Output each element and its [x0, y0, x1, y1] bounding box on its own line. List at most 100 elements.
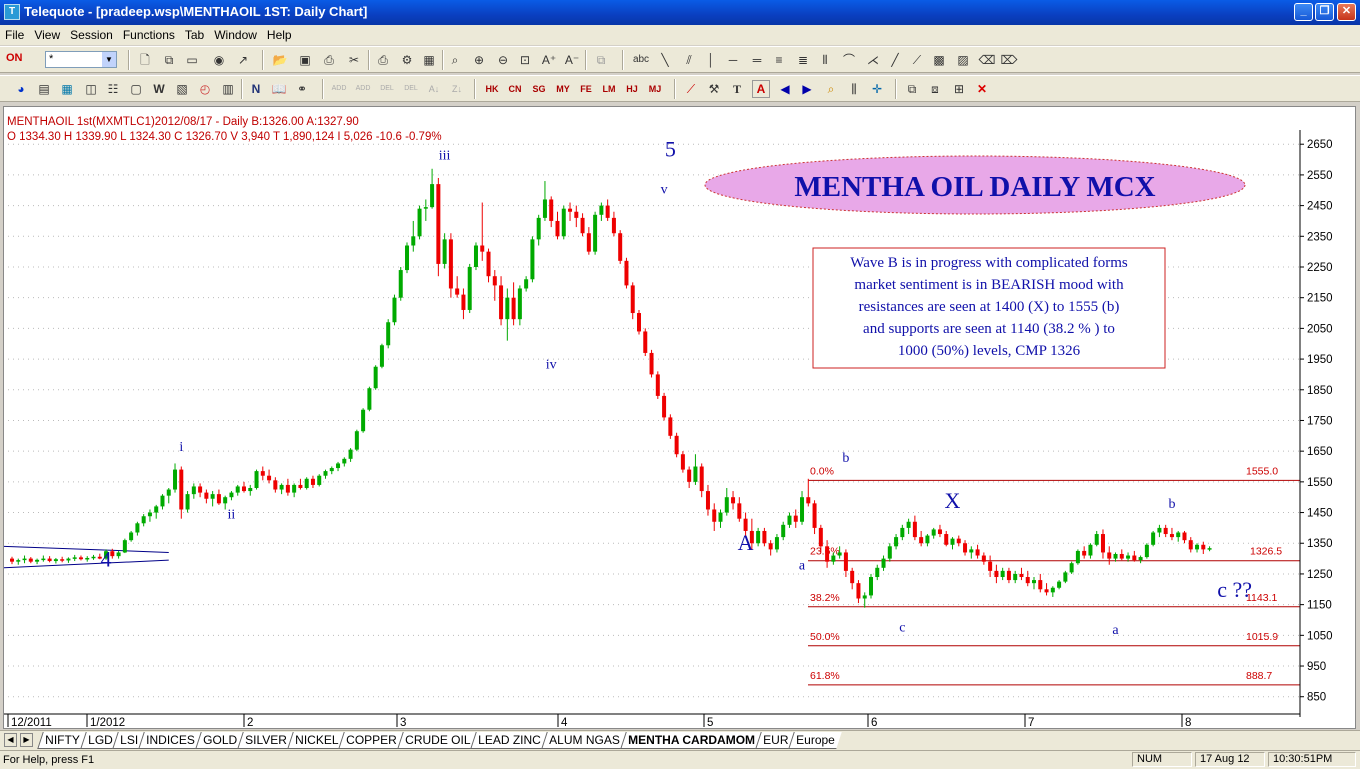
close-button[interactable]: ✕	[1337, 3, 1356, 21]
sheet-tab[interactable]: GOLD	[195, 732, 244, 749]
calculator-icon[interactable]: ▥	[219, 80, 237, 98]
open-icon[interactable]: ↗	[234, 51, 252, 69]
sheet-tab[interactable]: INDICES	[138, 732, 202, 749]
arc-icon[interactable]: ⌒	[840, 51, 858, 69]
magnify-icon[interactable]: ⌕	[822, 80, 840, 98]
copy-page-icon[interactable]: ⧉	[160, 51, 178, 69]
hatch-icon[interactable]: ▨	[954, 51, 972, 69]
exchange-hj[interactable]: HJ	[623, 80, 641, 98]
menu-session[interactable]: Session	[65, 25, 118, 45]
text-tool-icon[interactable]: abc	[632, 51, 650, 69]
sheet-tab[interactable]: LEAD ZINC	[470, 732, 548, 749]
clock-icon[interactable]: ◴	[196, 80, 214, 98]
open-folder-icon[interactable]: 📂	[271, 51, 289, 69]
scroll-left-icon[interactable]: ◀	[776, 80, 794, 98]
scroll-right-icon[interactable]: ▶	[798, 80, 816, 98]
line-chart-icon[interactable]: ⟋	[682, 80, 700, 98]
sheet-tab[interactable]: MENTHA CARDAMOM	[619, 732, 762, 749]
delete-x-icon[interactable]: ✕	[973, 80, 991, 98]
new-file-icon[interactable]: 🗋	[136, 51, 154, 69]
candle-body	[593, 214, 598, 252]
window-icon[interactable]: ⧉	[903, 80, 921, 98]
list-icon[interactable]: ☷	[104, 80, 122, 98]
page-icon[interactable]: ▢	[127, 80, 145, 98]
trendline-icon[interactable]: ╱	[886, 51, 904, 69]
cascade-icon[interactable]: ⧈	[926, 80, 944, 98]
vertical-bars-icon[interactable]: ⦀	[816, 51, 834, 69]
gann-fan-icon[interactable]: ⟋	[908, 51, 926, 69]
y-tick-label: 1350	[1307, 538, 1333, 550]
exchange-hk[interactable]: HK	[483, 80, 501, 98]
font-larger-icon[interactable]: A⁺	[540, 51, 558, 69]
binoculars-icon[interactable]: ⚭	[293, 80, 311, 98]
paste-icon[interactable]: ▭	[183, 51, 201, 69]
sheet-tab[interactable]: ALUM NGAS	[541, 732, 627, 749]
document-icon[interactable]: ▧	[173, 80, 191, 98]
restore-button[interactable]: ❐	[1315, 3, 1334, 21]
exchange-fe[interactable]: FE	[577, 80, 595, 98]
menu-file[interactable]: File	[0, 25, 29, 45]
grid-pattern-icon[interactable]: ▩	[930, 51, 948, 69]
vertical-line-icon[interactable]: │	[702, 51, 720, 69]
search-icon[interactable]: ⌕	[446, 51, 464, 69]
book-icon[interactable]: 📖	[270, 80, 288, 98]
globe-icon[interactable]: ◉	[210, 51, 228, 69]
exchange-lm[interactable]: LM	[600, 80, 618, 98]
sheet-tab[interactable]: COPPER	[338, 732, 404, 749]
annotation-a-icon[interactable]: A	[752, 80, 770, 98]
symbol-select[interactable]: * ▼	[45, 51, 117, 68]
double-line-icon[interactable]: ═	[748, 51, 766, 69]
font-smaller-icon[interactable]: A⁻	[563, 51, 581, 69]
chart-settings-icon[interactable]: ⚒	[705, 80, 723, 98]
settings-icon[interactable]: ⚙	[398, 51, 416, 69]
print-icon[interactable]: ⎙	[374, 51, 392, 69]
grid-icon[interactable]: ▦	[420, 51, 438, 69]
globe-blue-icon[interactable]: ◕	[12, 80, 30, 98]
exchange-cn[interactable]: CN	[506, 80, 524, 98]
exchange-my[interactable]: MY	[554, 80, 572, 98]
chart-icon[interactable]: ◫	[82, 80, 100, 98]
menu-view[interactable]: View	[29, 25, 65, 45]
print-preview-icon[interactable]: ⎙	[320, 51, 338, 69]
zoom-fit-icon[interactable]: ⊡	[516, 51, 534, 69]
table-icon[interactable]: ▦	[58, 80, 76, 98]
crosshair-icon[interactable]: ✛	[868, 80, 886, 98]
fib-retracement-icon[interactable]: ≣	[794, 51, 812, 69]
menu-tab[interactable]: Tab	[180, 25, 209, 45]
sheet-tab[interactable]: NIFTY	[37, 732, 87, 749]
zoom-in-icon[interactable]: ⊕	[470, 51, 488, 69]
online-toggle-button[interactable]: ON	[6, 52, 23, 64]
save-icon[interactable]: ▣	[296, 51, 314, 69]
chart-type-icon[interactable]: ⫼	[845, 80, 863, 98]
sheet-tab[interactable]: NICKEL	[287, 732, 345, 749]
menu-window[interactable]: Window	[209, 25, 262, 45]
candle	[53, 557, 58, 564]
tab-scroll-left-icon[interactable]: ◀	[4, 733, 17, 747]
exchange-mj[interactable]: MJ	[646, 80, 664, 98]
cut-icon[interactable]: ✂	[345, 51, 363, 69]
candlestick-chart[interactable]: 0.0% 1555.023.6%38.2% 1143.150.0% 1015.961.…	[4, 107, 1355, 728]
sheet-tab[interactable]: CRUDE OIL	[397, 732, 478, 749]
triple-line-icon[interactable]: ≡	[770, 51, 788, 69]
quote-icon[interactable]: ▤	[35, 80, 53, 98]
n-icon[interactable]: N	[247, 80, 265, 98]
horizontal-line-icon[interactable]: ─	[724, 51, 742, 69]
fan-icon[interactable]: ⋌	[864, 51, 882, 69]
menu-functions[interactable]: Functions	[118, 25, 180, 45]
parallel-lines-icon[interactable]: ⫽	[680, 51, 698, 69]
exchange-sg[interactable]: SG	[530, 80, 548, 98]
tab-scroll-right-icon[interactable]: ▶	[20, 733, 33, 747]
tile-icon[interactable]: ⊞	[950, 80, 968, 98]
menu-help[interactable]: Help	[262, 25, 297, 45]
text-t-icon[interactable]: T	[728, 80, 746, 98]
chart-area[interactable]: 0.0% 1555.0 23.6% 38.2% 1143.1 50.0% 1015.9 61.…	[3, 106, 1356, 729]
eraser-icon[interactable]: ⌫	[978, 51, 996, 69]
minimize-button[interactable]: _	[1294, 3, 1313, 21]
w-icon[interactable]: W	[150, 80, 168, 98]
sheet-tab[interactable]: SILVER	[237, 732, 294, 749]
erase-all-icon[interactable]: ⌦	[1000, 51, 1018, 69]
sheet-tab[interactable]: Europe	[788, 732, 842, 749]
zoom-out-icon[interactable]: ⊖	[494, 51, 512, 69]
chevron-down-icon[interactable]: ▼	[102, 52, 116, 67]
line-tool-icon[interactable]: ╲	[656, 51, 674, 69]
